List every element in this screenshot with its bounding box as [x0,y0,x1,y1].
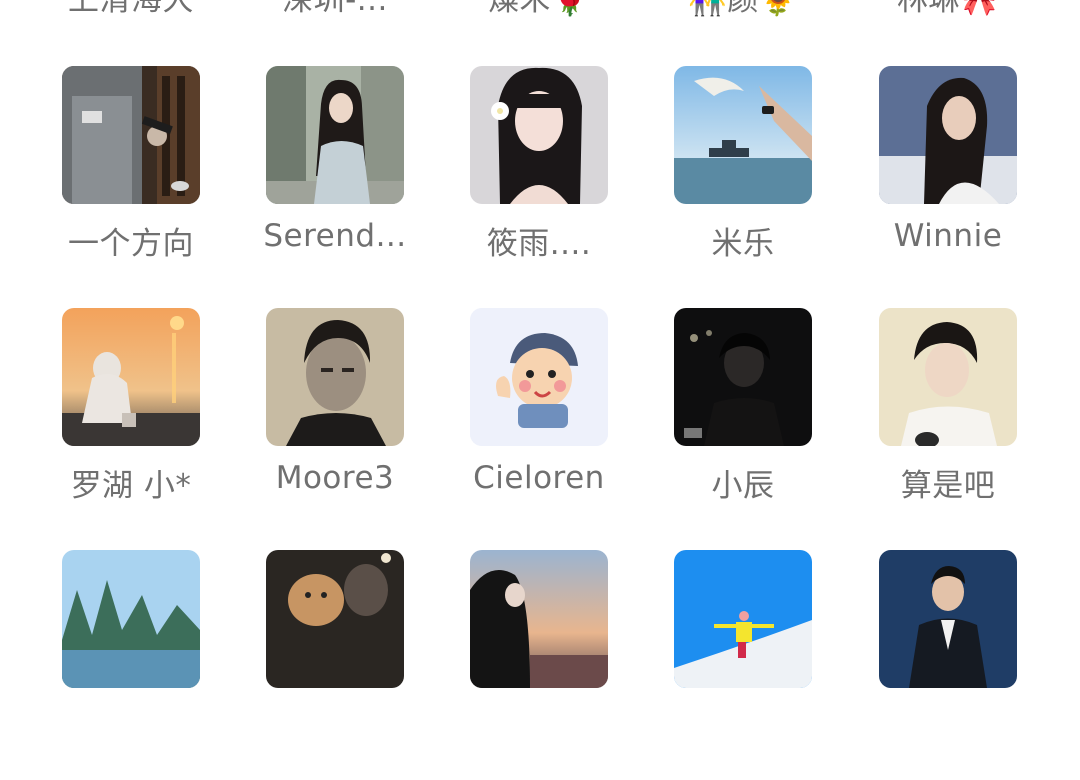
member-partial-1[interactable]: 上清海大 [51,0,211,20]
member-name: 米乐 [711,226,775,262]
couple-with-cat-photo [266,550,404,688]
member-name: 深圳-... [282,0,388,18]
member-name: Moore3 [275,460,395,496]
member-cell[interactable] [868,550,1028,780]
member-name: 小辰 [711,468,775,504]
member-avatar[interactable] [62,550,200,688]
member-cell[interactable]: Serend... [255,66,415,296]
member-avatar[interactable] [266,66,404,204]
man-pouring-wine-photo [62,66,200,204]
member-name: 一个方向 [68,226,194,262]
woman-portrait-photo [879,66,1017,204]
member-avatar[interactable] [879,550,1017,688]
member-cell[interactable]: 一个方向 [51,66,211,296]
member-avatar[interactable] [879,66,1017,204]
member-partial-4[interactable]: 👫颜🌻 [663,0,823,20]
member-name: Winnie [893,218,1003,254]
member-avatar[interactable] [470,550,608,688]
member-cell[interactable]: 算是吧 [868,308,1028,538]
member-cell[interactable]: Cieloren [459,308,619,538]
member-partial-2[interactable]: 深圳-... [255,0,415,20]
man-in-suit-photo [879,550,1017,688]
member-cell[interactable]: Moore3 [255,308,415,538]
member-partial-3[interactable]: 燦禾🌹 [459,0,619,20]
member-cell[interactable]: 米乐 [663,66,823,296]
member-avatar[interactable] [674,66,812,204]
member-name: 林琳🎀 [896,0,1000,18]
member-cell[interactable]: Winnie [868,66,1028,296]
member-cell[interactable] [255,550,415,780]
member-avatar[interactable] [62,66,200,204]
sunset-beach-chair-photo [62,308,200,446]
member-avatar[interactable] [266,308,404,446]
member-avatar[interactable] [266,550,404,688]
member-cell[interactable]: 罗湖 小* [51,308,211,538]
skier-on-snow-photo [674,550,812,688]
member-avatar[interactable] [674,550,812,688]
member-cell[interactable]: 小辰 [663,308,823,538]
member-avatar[interactable] [470,308,608,446]
sea-and-seagull-photo [674,66,812,204]
dark-night-portrait-photo [674,308,812,446]
member-avatar[interactable] [62,308,200,446]
member-partial-5[interactable]: 林琳🎀 [868,0,1028,20]
member-cell[interactable] [51,550,211,780]
member-name: 上清海大 [68,0,194,18]
member-name: 筱雨.... [486,226,592,262]
member-avatar[interactable] [674,308,812,446]
group-member-grid: 上清海大 深圳-... 燦禾🌹 👫颜🌻 林琳🎀 一个方向 Serend... 筱… [0,0,1080,688]
member-name: 算是吧 [900,468,996,504]
member-avatar[interactable] [470,66,608,204]
young-man-portrait-photo [879,308,1017,446]
karst-mountains-landscape-photo [62,550,200,688]
member-cell[interactable] [663,550,823,780]
member-name: 燦禾🌹 [487,0,591,18]
cartoon-boy-sticker [470,308,608,446]
member-avatar[interactable] [879,308,1017,446]
member-cell[interactable] [459,550,619,780]
girl-with-flower-photo [470,66,608,204]
hooded-person-sunset-photo [470,550,608,688]
member-name: 👫颜🌻 [688,0,798,18]
woman-long-hair-street-photo [266,66,404,204]
member-cell[interactable]: 筱雨.... [459,66,619,296]
member-name: Serend... [263,218,407,254]
man-portrait-sepia-photo [266,308,404,446]
member-name: 罗湖 小* [70,468,192,504]
member-name: Cieloren [473,460,605,496]
